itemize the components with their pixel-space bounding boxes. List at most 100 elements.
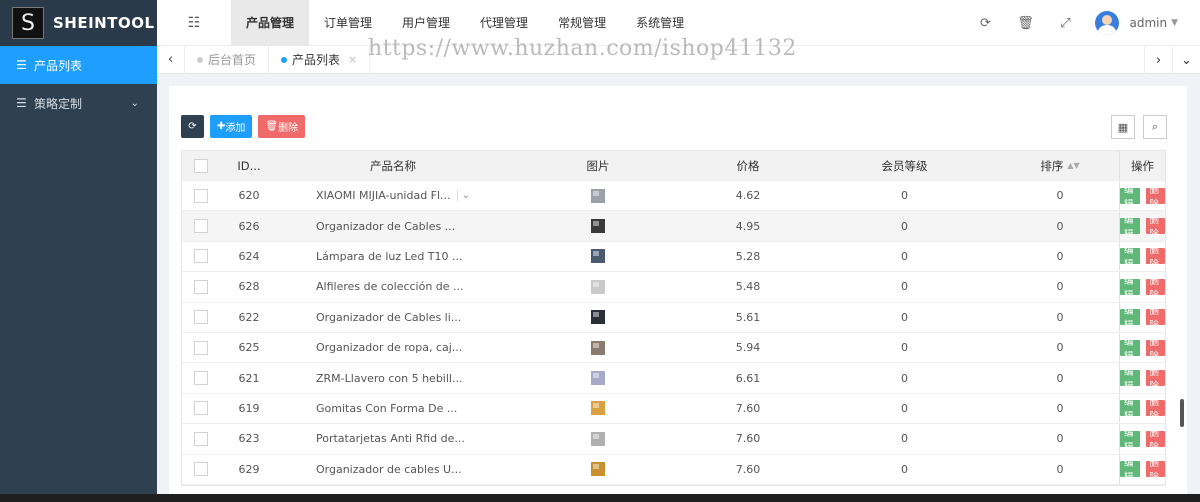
refresh-icon[interactable]: ⟳	[965, 16, 1005, 31]
cell-level: 0	[901, 341, 908, 355]
table-tools: ▦ ⌕	[1111, 115, 1167, 139]
cell-level: 0	[901, 432, 908, 446]
list-icon: ☰	[16, 96, 27, 110]
row-checkbox[interactable]	[194, 462, 208, 477]
row-delete-button[interactable]: 删除	[1145, 367, 1165, 392]
cell-price: 7.60	[735, 401, 761, 415]
cell-image	[508, 424, 688, 453]
row-checkbox[interactable]	[194, 249, 208, 264]
row-checkbox[interactable]	[194, 219, 208, 234]
list-icon: ☰	[16, 58, 27, 72]
user-menu[interactable]: admin ▼	[1095, 11, 1178, 35]
product-thumbnail[interactable]	[590, 370, 606, 386]
row-delete-button[interactable]: 删除	[1145, 215, 1165, 240]
sidebar-item-label: 策略定制	[34, 96, 83, 111]
row-delete-button[interactable]: 删除	[1145, 428, 1165, 453]
cell-price: 7.60	[735, 432, 761, 446]
tab-menu-chevron-icon[interactable]: ⌄	[1172, 46, 1200, 74]
sidebar-item-strategy[interactable]: ☰ 策略定制 ⌄	[0, 84, 157, 122]
cell-id: 623	[238, 432, 260, 446]
cell-name: Organizador de Cables li...	[278, 303, 508, 332]
cell-sort: 0	[1056, 401, 1064, 415]
col-id[interactable]: ID...	[220, 151, 278, 180]
sidebar-item-product-list[interactable]: ☰ 产品列表	[0, 46, 157, 84]
row-delete-button[interactable]: 删除	[1145, 276, 1165, 301]
columns-icon[interactable]: ▦	[1111, 115, 1135, 139]
cell-ops: 编辑 删除	[1119, 332, 1165, 363]
row-delete-button[interactable]: 删除	[1145, 306, 1165, 331]
select-all-checkbox[interactable]	[194, 158, 208, 173]
edit-button[interactable]: 编辑	[1120, 276, 1140, 301]
trash-icon: 🗑	[265, 121, 279, 132]
product-thumbnail[interactable]	[590, 400, 606, 416]
product-thumbnail[interactable]	[590, 248, 606, 264]
add-button[interactable]: ✚ 添加	[210, 115, 253, 138]
nav-product-management[interactable]: 产品管理	[231, 0, 310, 46]
tab-scroll-right-icon[interactable]: ›	[1144, 46, 1172, 74]
row-delete-button[interactable]: 删除	[1145, 458, 1165, 483]
edit-button[interactable]: 编辑	[1120, 458, 1140, 483]
product-thumbnail[interactable]	[590, 340, 606, 356]
cell-name: Lámpara de luz Led T10 ...	[278, 242, 508, 271]
edit-button[interactable]: 编辑	[1120, 185, 1140, 210]
tab-product-list[interactable]: 产品列表 ×	[269, 45, 371, 74]
product-thumbnail[interactable]	[590, 188, 606, 204]
cell-sort: 0	[1056, 189, 1064, 203]
table-row: 625 Organizador de ropa, caj... 5.94 0 0 编辑 删除	[182, 332, 1165, 364]
edit-button[interactable]: 编辑	[1120, 397, 1140, 422]
cell-name: Portatarjetas Anti Rfid de...	[278, 424, 508, 453]
cell-image	[508, 211, 688, 240]
scrollbar-thumb[interactable]	[1180, 399, 1184, 427]
delete-button[interactable]: 🗑 删除	[258, 115, 306, 138]
row-delete-button[interactable]: 删除	[1145, 337, 1165, 362]
row-checkbox[interactable]	[194, 188, 208, 203]
search-icon[interactable]: ⌕	[1143, 115, 1167, 139]
trash-icon[interactable]: 🗑	[1005, 16, 1045, 31]
edit-button[interactable]: 编辑	[1120, 337, 1140, 362]
menu-toggle-icon[interactable]: ☷	[157, 15, 231, 31]
thumb-shine	[593, 190, 599, 196]
edit-button[interactable]: 编辑	[1120, 306, 1140, 331]
col-sort[interactable]: 排序 ▲▼	[1001, 151, 1119, 180]
sort-icon[interactable]: ▲▼	[1067, 161, 1079, 170]
tab-scroll-left-icon[interactable]: ‹	[157, 45, 185, 74]
edit-button[interactable]: 编辑	[1120, 367, 1140, 392]
product-thumbnail[interactable]	[590, 431, 606, 447]
cell-ops: 编辑 删除	[1119, 393, 1165, 424]
row-delete-button[interactable]: 删除	[1145, 397, 1165, 422]
table-row: 626 Organizador de Cables ... 4.95 0 0 编辑 删除	[182, 211, 1165, 242]
cell-price: 5.48	[735, 280, 761, 294]
row-checkbox[interactable]	[194, 340, 208, 355]
edit-button[interactable]: 编辑	[1120, 215, 1140, 240]
row-delete-button[interactable]: 删除	[1145, 245, 1165, 270]
chevron-down-icon[interactable]: ⌄	[456, 190, 470, 202]
row-checkbox[interactable]	[194, 431, 208, 446]
tab-home[interactable]: 后台首页	[185, 45, 270, 74]
close-icon[interactable]: ×	[348, 53, 357, 66]
table-row: 620 XIAOMI MIJIA-unidad Fl... ⌄ 4.62 0 0 编辑 删除	[182, 181, 1165, 212]
table-row: 624 Lámpara de luz Led T10 ... 5.28 0 0 编辑 删除	[182, 241, 1165, 273]
fullscreen-icon[interactable]: ⤢	[1045, 16, 1085, 31]
cell-sort: 0	[1056, 219, 1064, 233]
product-thumbnail[interactable]	[590, 218, 606, 234]
edit-button[interactable]: 编辑	[1120, 245, 1140, 270]
row-checkbox[interactable]	[194, 401, 208, 416]
row-checkbox[interactable]	[194, 371, 208, 386]
plus-icon: ✚	[217, 121, 226, 132]
row-delete-button[interactable]: 删除	[1145, 185, 1165, 210]
cell-level: 0	[901, 371, 908, 385]
cell-level: 0	[901, 401, 908, 415]
product-name: Organizador de Cables ...	[316, 219, 456, 233]
cell-level: 0	[901, 462, 908, 476]
cell-ops: 编辑 删除	[1119, 241, 1165, 272]
row-checkbox[interactable]	[194, 279, 208, 294]
refresh-button[interactable]: ⟳	[181, 115, 204, 138]
cell-id: 622	[238, 310, 260, 324]
product-thumbnail[interactable]	[590, 279, 606, 295]
row-checkbox[interactable]	[194, 310, 208, 325]
edit-button[interactable]: 编辑	[1120, 428, 1140, 453]
cell-price: 4.62	[735, 189, 761, 203]
product-thumbnail[interactable]	[590, 461, 606, 477]
sidebar: S SHEINTOOL ☰ 产品列表 ☰ 策略定制 ⌄	[0, 0, 157, 502]
product-thumbnail[interactable]	[590, 309, 606, 325]
